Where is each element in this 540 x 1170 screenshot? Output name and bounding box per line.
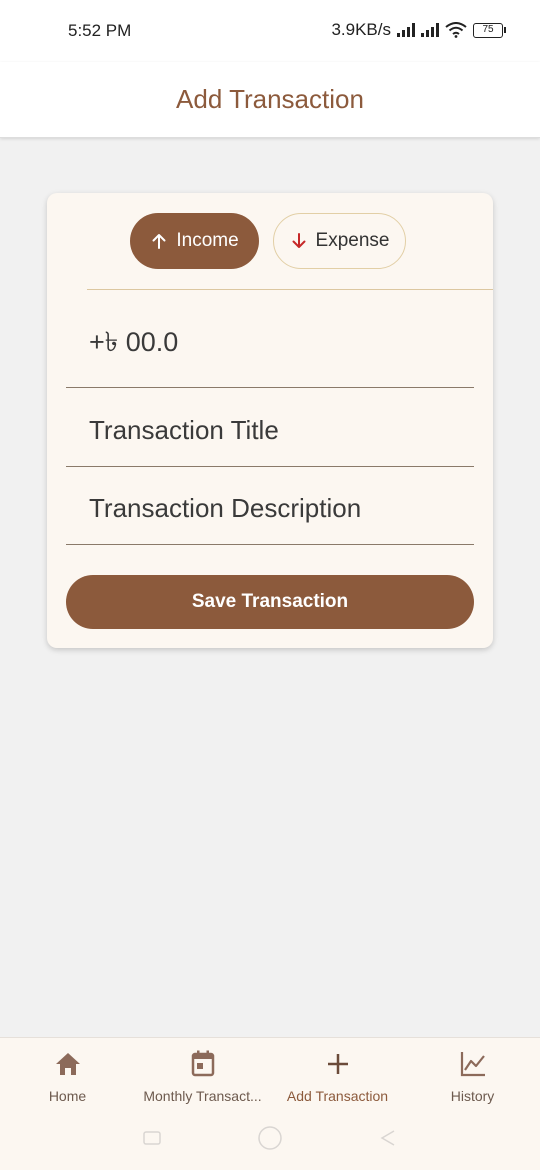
title-placeholder: Transaction Title	[89, 415, 279, 445]
status-time: 5:52 PM	[68, 21, 132, 40]
nav-item-monthly-transactions[interactable]: Monthly Transact...	[135, 1048, 270, 1104]
expense-label: Expense	[315, 230, 390, 251]
home-icon	[55, 1053, 80, 1075]
description-placeholder: Transaction Description	[89, 493, 362, 523]
save-transaction-button[interactable]: Save Transaction	[66, 575, 474, 629]
description-input[interactable]: Transaction Description	[66, 467, 474, 545]
battery-level: 75	[473, 22, 503, 38]
nav-label-add-transaction: Add Transaction	[286, 1088, 389, 1104]
status-bar: 5:52 PM 3.9KB/s 75	[0, 0, 540, 62]
home-system-icon[interactable]	[256, 1124, 284, 1157]
amount-placeholder: +৳ 00.0	[89, 327, 179, 357]
income-label: Income	[176, 230, 239, 251]
nav-item-add-transaction[interactable]: Add Transaction	[270, 1048, 405, 1104]
signal-icon	[397, 23, 415, 37]
status-indicators: 3.9KB/s 75	[331, 20, 506, 40]
nav-item-home[interactable]: Home	[0, 1048, 135, 1104]
income-toggle-button[interactable]: Income	[130, 213, 259, 269]
nav-label-home: Home	[48, 1088, 87, 1104]
network-speed: 3.9KB/s	[331, 20, 391, 39]
nav-item-history[interactable]: History	[405, 1048, 540, 1104]
back-icon[interactable]	[379, 1129, 397, 1152]
title-input[interactable]: Transaction Title	[66, 389, 474, 467]
arrow-up-icon	[152, 234, 166, 249]
plus-icon	[327, 1054, 348, 1074]
recent-apps-icon[interactable]	[143, 1130, 161, 1150]
wifi-icon	[445, 22, 467, 38]
battery-icon: 75	[473, 22, 506, 38]
system-navigation-bar	[0, 1110, 540, 1170]
page-title: Add Transaction	[176, 84, 364, 114]
expense-toggle-button[interactable]: Expense	[273, 213, 406, 269]
arrow-down-icon	[292, 233, 306, 248]
transaction-form-card: Income Expense +৳ 00.0 Transaction Title…	[47, 193, 493, 648]
nav-label-history: History	[450, 1088, 495, 1104]
nav-label-monthly-transactions: Monthly Transact...	[143, 1088, 262, 1104]
divider	[87, 289, 493, 290]
transaction-type-toggle: Income Expense	[47, 213, 493, 269]
app-bar: Add Transaction	[0, 62, 540, 138]
chart-line-icon	[460, 1052, 485, 1077]
amount-input[interactable]: +৳ 00.0	[66, 310, 474, 388]
calendar-icon	[191, 1050, 214, 1077]
signal-icon	[421, 23, 439, 37]
